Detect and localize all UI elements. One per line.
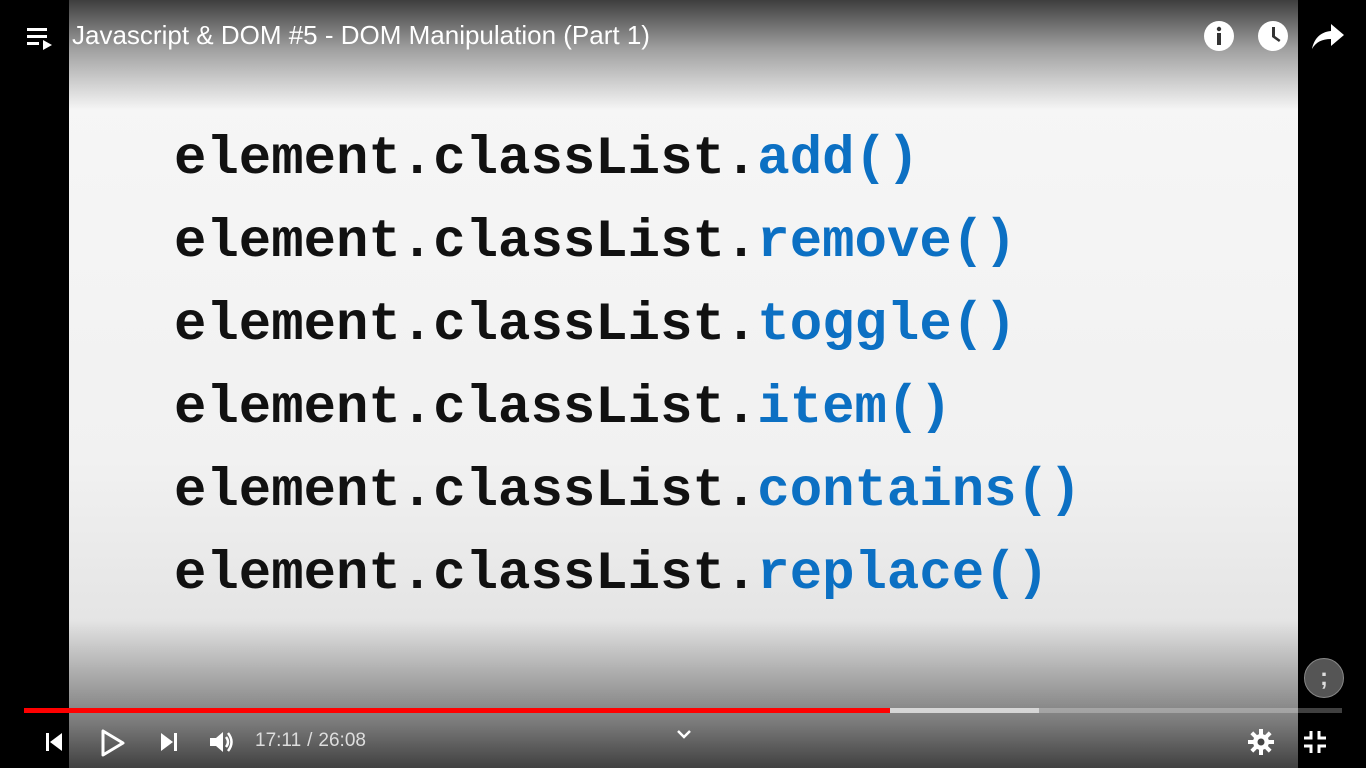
play-button[interactable] bbox=[95, 726, 129, 760]
play-icon bbox=[101, 729, 125, 757]
player-controls: 17:11/26:08 bbox=[0, 716, 1366, 768]
code-line: element.classList.remove() bbox=[174, 213, 1081, 296]
time-display: 17:11/26:08 bbox=[255, 730, 366, 752]
video-title[interactable]: Javascript & DOM #5 - DOM Manipulation (… bbox=[72, 20, 650, 51]
code-method: toggle() bbox=[757, 295, 1017, 356]
top-gradient bbox=[0, 0, 1366, 110]
code-method: remove() bbox=[757, 212, 1017, 273]
current-time: 17:11 bbox=[255, 730, 302, 751]
code-prefix: element.classList. bbox=[174, 129, 758, 190]
playlist-icon[interactable] bbox=[24, 22, 56, 54]
code-prefix: element.classList. bbox=[174, 461, 758, 522]
settings-button[interactable] bbox=[1245, 726, 1277, 758]
code-method: item() bbox=[757, 378, 952, 439]
code-method: replace() bbox=[757, 544, 1049, 605]
next-button[interactable] bbox=[153, 726, 185, 758]
progress-bar[interactable] bbox=[24, 708, 1342, 713]
settings-icon bbox=[1248, 729, 1274, 755]
code-prefix: element.classList. bbox=[174, 212, 758, 273]
duration: 26:08 bbox=[318, 730, 366, 751]
previous-icon bbox=[46, 733, 62, 751]
volume-button[interactable] bbox=[205, 726, 239, 758]
exit-fullscreen-icon bbox=[1304, 731, 1326, 753]
code-prefix: element.classList. bbox=[174, 295, 758, 356]
code-line: element.classList.item() bbox=[174, 379, 1081, 462]
code-line: element.classList.replace() bbox=[174, 545, 1081, 628]
chevron-down-button[interactable] bbox=[672, 722, 696, 746]
volume-icon bbox=[210, 732, 233, 752]
code-prefix: element.classList. bbox=[174, 544, 758, 605]
info-icon[interactable] bbox=[1203, 20, 1235, 52]
code-slide-content: element.classList.add() element.classLis… bbox=[174, 130, 1081, 628]
progress-played bbox=[24, 708, 890, 713]
channel-watermark[interactable]: ; bbox=[1304, 658, 1344, 698]
code-prefix: element.classList. bbox=[174, 378, 758, 439]
next-icon bbox=[161, 733, 177, 751]
time-separator: / bbox=[307, 730, 313, 751]
chevron-down-icon bbox=[677, 730, 691, 739]
watch-later-icon[interactable] bbox=[1257, 20, 1289, 52]
exit-fullscreen-button[interactable] bbox=[1299, 726, 1331, 758]
code-line: element.classList.contains() bbox=[174, 462, 1081, 545]
previous-button[interactable] bbox=[38, 726, 70, 758]
share-icon[interactable] bbox=[1310, 20, 1346, 52]
code-method: add() bbox=[757, 129, 920, 190]
code-method: contains() bbox=[757, 461, 1082, 522]
code-line: element.classList.add() bbox=[174, 130, 1081, 213]
code-line: element.classList.toggle() bbox=[174, 296, 1081, 379]
